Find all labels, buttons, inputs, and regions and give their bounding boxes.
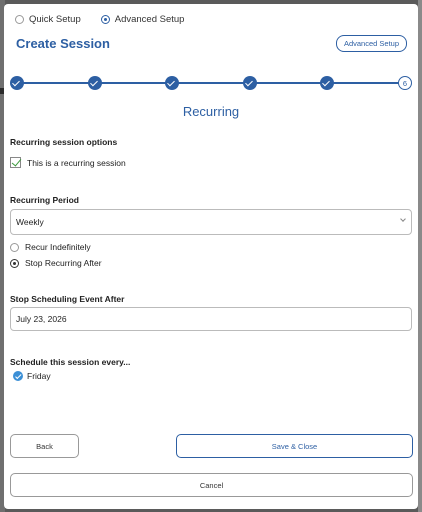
advanced-setup-label: Advanced Setup	[114, 14, 185, 25]
recurring-session-checkbox-label: This is a recurring session	[27, 157, 126, 168]
step-2-complete-icon[interactable]	[87, 76, 102, 90]
setup-mode-selector: Quick Setup Advanced Setup	[15, 14, 184, 25]
recurring-period-select[interactable]: Weekly	[10, 209, 412, 235]
advanced-setup-radio[interactable]	[100, 15, 110, 24]
schedule-every-label: Schedule this session every...	[10, 357, 131, 367]
stop-recurring-after-option[interactable]: Stop Recurring After	[10, 258, 102, 268]
section-title: Recurring	[182, 104, 240, 119]
stop-recurring-after-radio[interactable]	[10, 258, 19, 268]
recurring-session-checkbox[interactable]	[10, 157, 21, 168]
quick-setup-radio[interactable]	[15, 15, 24, 24]
step-6-current[interactable]: 6	[398, 76, 412, 90]
stop-scheduling-date-input[interactable]: July 23, 2026	[10, 307, 412, 331]
day-option-friday[interactable]: Friday	[13, 371, 51, 381]
recurring-options-label: Recurring session options	[10, 137, 118, 147]
step-3-complete-icon[interactable]	[165, 76, 180, 90]
chevron-down-icon	[400, 216, 406, 222]
advanced-setup-button[interactable]: Advanced Setup	[335, 35, 407, 52]
save-close-button[interactable]: Save & Close	[176, 434, 413, 458]
recurring-period-value: Weekly	[16, 217, 44, 227]
quick-setup-option[interactable]: Quick Setup	[15, 14, 81, 25]
dialog-title: Create Session	[16, 36, 110, 51]
day-label-friday: Friday	[27, 371, 51, 381]
create-session-dialog: Quick Setup Advanced Setup Create Sessio…	[4, 4, 418, 509]
cancel-button[interactable]: Cancel	[10, 473, 413, 497]
step-5-complete-icon[interactable]	[320, 76, 335, 90]
recurring-session-checkbox-row[interactable]: This is a recurring session	[10, 157, 126, 168]
recurring-period-label: Recurring Period	[10, 195, 79, 205]
stop-recurring-after-label: Stop Recurring After	[25, 258, 102, 268]
back-button[interactable]: Back	[10, 434, 79, 458]
background-scrollbar	[418, 0, 422, 512]
recur-indefinitely-label: Recur Indefinitely	[25, 242, 91, 252]
advanced-setup-option[interactable]: Advanced Setup	[100, 14, 185, 25]
stop-scheduling-label: Stop Scheduling Event After	[10, 294, 125, 304]
recur-indefinitely-radio[interactable]	[10, 242, 19, 252]
progress-stepper: 6	[10, 76, 412, 90]
stepper-line	[17, 82, 405, 84]
step-1-complete-icon[interactable]	[10, 76, 24, 90]
check-circle-icon[interactable]	[13, 371, 23, 381]
stop-scheduling-date-value: July 23, 2026	[16, 314, 67, 324]
quick-setup-label: Quick Setup	[29, 14, 81, 25]
recur-indefinitely-option[interactable]: Recur Indefinitely	[10, 242, 91, 252]
step-4-complete-icon[interactable]	[242, 76, 257, 90]
